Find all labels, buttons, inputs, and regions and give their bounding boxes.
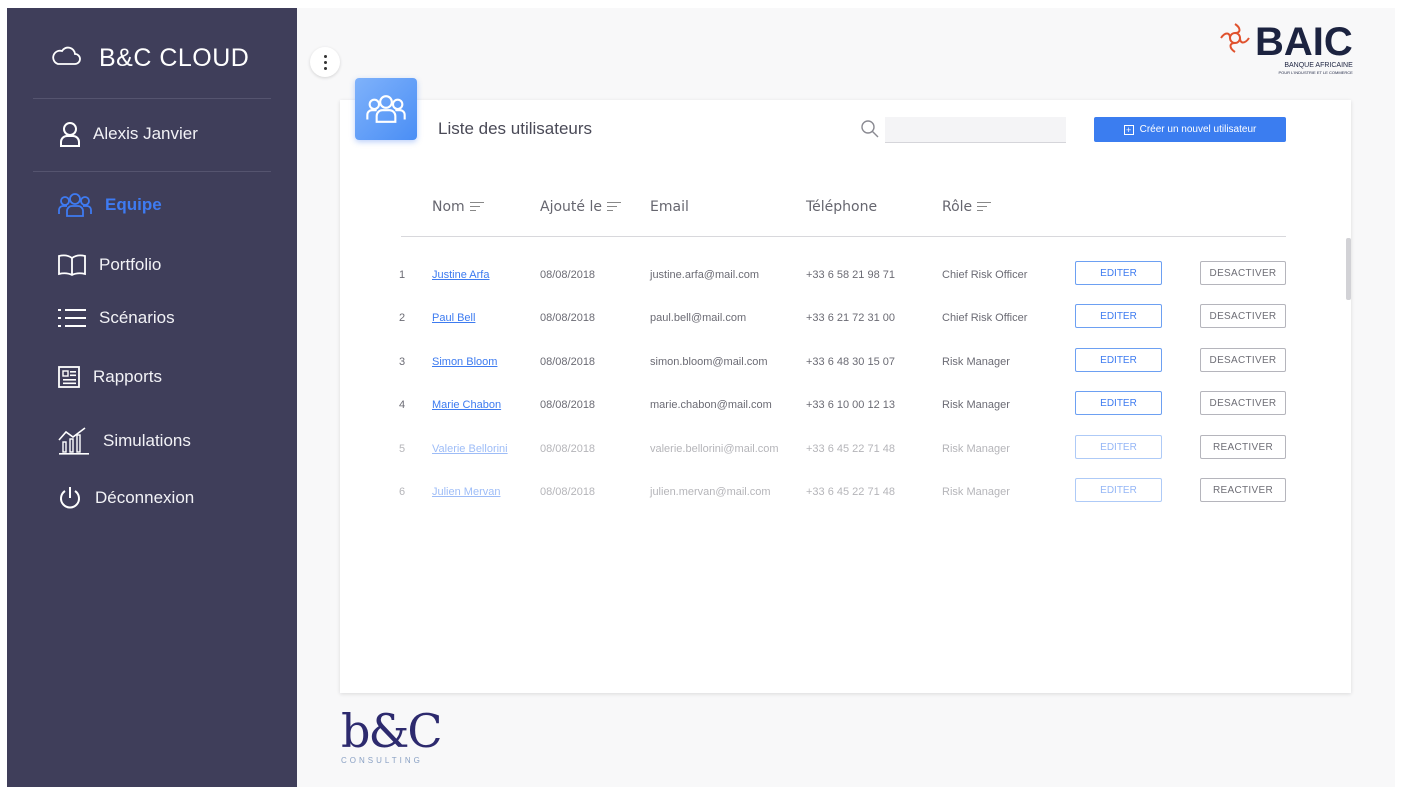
reactivate-button[interactable]: REACTIVER: [1200, 478, 1286, 502]
edit-button[interactable]: EDITER: [1075, 261, 1162, 285]
create-user-label: Créer un nouvel utilisateur: [1139, 124, 1257, 135]
deactivate-button[interactable]: DESACTIVER: [1200, 304, 1286, 328]
user-name-link[interactable]: Julien Mervan: [432, 486, 500, 498]
column-header-email: Email: [650, 199, 689, 215]
user-email: julien.mervan@mail.com: [650, 486, 771, 498]
dot-icon: [323, 66, 327, 70]
added-date: 08/08/2018: [540, 486, 596, 498]
user-email: marie.chabon@mail.com: [650, 399, 772, 411]
user-email: paul.bell@mail.com: [650, 312, 747, 324]
added-date: 08/08/2018: [540, 443, 596, 455]
column-header-label: Téléphone: [806, 199, 878, 215]
brand[interactable]: B&C CLOUD: [51, 44, 249, 73]
sort-icon[interactable]: [606, 199, 621, 215]
team-badge-icon: [355, 78, 417, 140]
table-row: 5 Valerie Bellorini 08/08/2018 valerie.b…: [7, 435, 1395, 465]
sidebar-divider: [33, 171, 271, 172]
column-header-label: Email: [650, 199, 689, 215]
table-row: 6 Julien Mervan 08/08/2018 julien.mervan…: [7, 478, 1395, 508]
edit-button[interactable]: EDITER: [1075, 348, 1162, 372]
user-role: Chief Risk Officer: [942, 312, 1028, 324]
table-row: 1 Justine Arfa 08/08/2018 justine.arfa@m…: [7, 261, 1395, 291]
column-header-label: Ajouté le: [540, 199, 602, 215]
user-name-link[interactable]: Simon Bloom: [432, 356, 497, 368]
row-number: 4: [399, 399, 406, 411]
row-number: 3: [399, 356, 406, 368]
user-phone: +33 6 58 21 98 71: [806, 269, 895, 281]
deactivate-button[interactable]: DESACTIVER: [1200, 391, 1286, 415]
column-header-label: Rôle: [942, 199, 973, 215]
row-number: 2: [399, 312, 406, 324]
sidebar-divider: [33, 98, 271, 99]
brand-name: B&C CLOUD: [99, 44, 250, 72]
user-phone: +33 6 48 30 15 07: [806, 356, 895, 368]
user-role: Risk Manager: [942, 486, 1010, 498]
more-menu-button[interactable]: [310, 47, 340, 77]
app-frame: B&C CLOUD Alexis Janvier Equipe Portfoli…: [7, 8, 1395, 787]
bc-consulting-logo: b&C CONSULTING: [341, 704, 443, 765]
user-role: Risk Manager: [942, 443, 1010, 455]
added-date: 08/08/2018: [540, 356, 596, 368]
sidebar-item-equipe[interactable]: Equipe: [57, 192, 162, 218]
user-icon: [59, 121, 81, 147]
column-header-added[interactable]: Ajouté le: [540, 199, 621, 215]
user-name-link[interactable]: Justine Arfa: [432, 269, 489, 281]
user-role: Risk Manager: [942, 399, 1010, 411]
table-header-divider: [401, 236, 1286, 237]
search-icon[interactable]: [860, 119, 880, 144]
added-date: 08/08/2018: [540, 269, 596, 281]
team-icon: [57, 192, 93, 218]
user-phone: +33 6 10 00 12 13: [806, 399, 895, 411]
user-email: simon.bloom@mail.com: [650, 356, 768, 368]
table-row: 2 Paul Bell 08/08/2018 paul.bell@mail.co…: [7, 304, 1395, 334]
dot-icon: [323, 60, 327, 64]
scrollbar[interactable]: [1346, 238, 1351, 300]
deactivate-button[interactable]: DESACTIVER: [1200, 348, 1286, 372]
deactivate-button[interactable]: DESACTIVER: [1200, 261, 1286, 285]
user-profile[interactable]: Alexis Janvier: [59, 121, 198, 147]
row-number: 5: [399, 443, 406, 455]
cloud-icon: [51, 44, 81, 73]
added-date: 08/08/2018: [540, 312, 596, 324]
user-phone: +33 6 45 22 71 48: [806, 443, 895, 455]
user-name-link[interactable]: Paul Bell: [432, 312, 475, 324]
create-user-button[interactable]: + Créer un nouvel utilisateur: [1094, 117, 1286, 142]
column-header-label: Nom: [432, 199, 465, 215]
added-date: 08/08/2018: [540, 399, 596, 411]
baic-logo: BAIC BANQUE AFRICAINE POUR L'INDUSTRIE E…: [1219, 22, 1353, 75]
edit-button[interactable]: EDITER: [1075, 435, 1162, 459]
column-header-phone: Téléphone: [806, 199, 877, 215]
user-email: valerie.bellorini@mail.com: [650, 443, 779, 455]
column-header-name[interactable]: Nom: [432, 199, 484, 215]
edit-button[interactable]: EDITER: [1075, 478, 1162, 502]
dot-icon: [323, 54, 327, 58]
bc-logo-name: b&C: [341, 704, 443, 758]
row-number: 1: [399, 269, 406, 281]
sort-icon[interactable]: [977, 199, 992, 215]
baic-name: BAIC: [1255, 20, 1353, 64]
user-phone: +33 6 21 72 31 00: [806, 312, 895, 324]
edit-button[interactable]: EDITER: [1075, 304, 1162, 328]
plus-icon: +: [1123, 124, 1134, 135]
user-name-link[interactable]: Marie Chabon: [432, 399, 501, 411]
flower-logo-icon: [1219, 22, 1251, 59]
baic-subtitle-2: POUR L'INDUSTRIE ET LE COMMERCE: [1278, 70, 1353, 75]
user-phone: +33 6 45 22 71 48: [806, 486, 895, 498]
user-name-link[interactable]: Valerie Bellorini: [432, 443, 508, 455]
row-number: 6: [399, 486, 406, 498]
page-title: Liste des utilisateurs: [438, 119, 593, 138]
sort-icon[interactable]: [469, 199, 484, 215]
column-header-role[interactable]: Rôle: [942, 199, 992, 215]
table-row: 3 Simon Bloom 08/08/2018 simon.bloom@mai…: [7, 348, 1395, 378]
table-row: 4 Marie Chabon 08/08/2018 marie.chabon@m…: [7, 391, 1395, 421]
user-name: Alexis Janvier: [93, 124, 198, 143]
user-role: Risk Manager: [942, 356, 1010, 368]
edit-button[interactable]: EDITER: [1075, 391, 1162, 415]
user-email: justine.arfa@mail.com: [650, 269, 759, 281]
search-input[interactable]: [885, 117, 1066, 143]
user-role: Chief Risk Officer: [942, 269, 1028, 281]
sidebar-item-label: Equipe: [105, 195, 162, 214]
reactivate-button[interactable]: REACTIVER: [1200, 435, 1286, 459]
